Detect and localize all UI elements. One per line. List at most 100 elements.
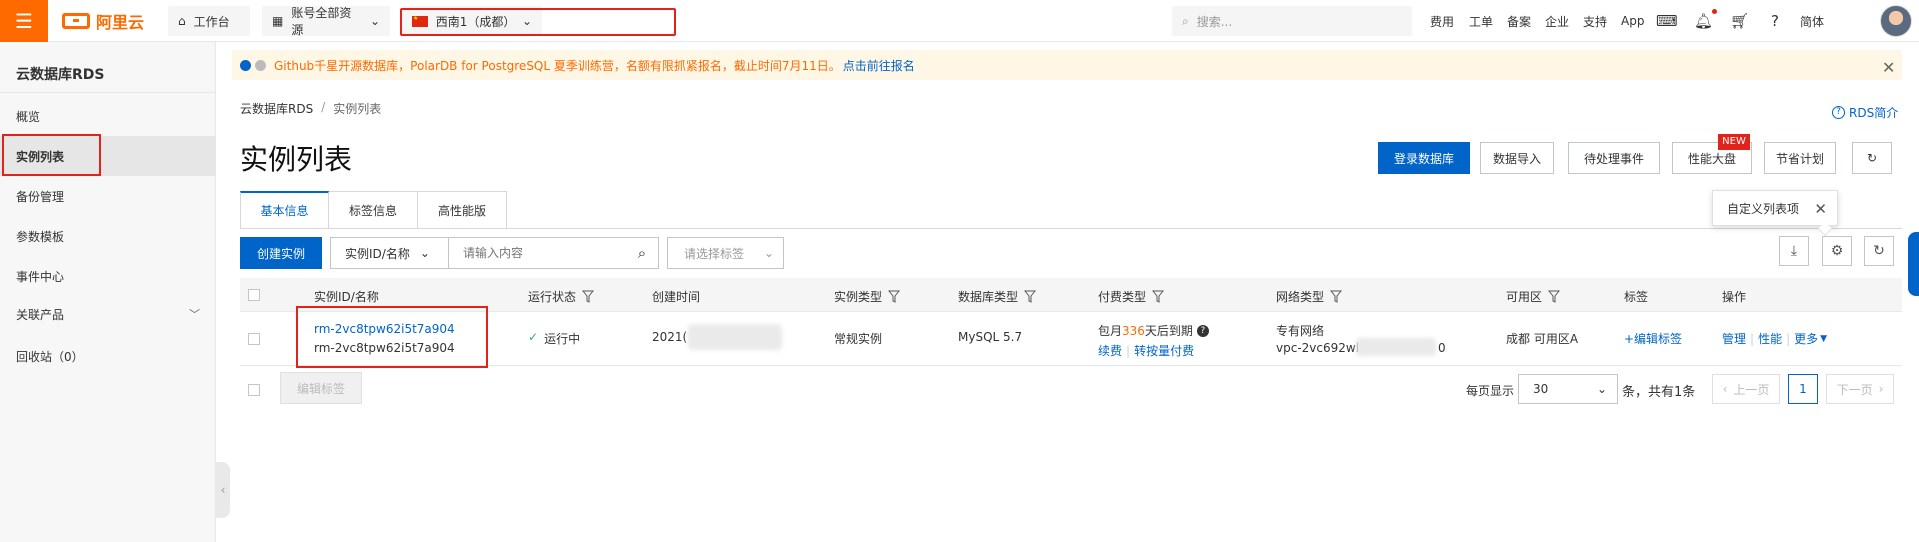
cart-icon[interactable]: 🛒︎ bbox=[1730, 12, 1749, 30]
pay-type-prefix: 包月 bbox=[1098, 324, 1123, 338]
column-db-type: 数据库类型 bbox=[958, 288, 1037, 305]
prev-page-label: 上一页 bbox=[1733, 382, 1770, 397]
column-label: 网络类型 bbox=[1276, 290, 1325, 304]
row-checkbox[interactable] bbox=[248, 333, 260, 345]
top-link-filing[interactable]: 备案 bbox=[1507, 0, 1531, 42]
tab-bar: 基本信息 标签信息 高性能版 bbox=[240, 191, 507, 229]
search-placeholder: 搜索... bbox=[1196, 14, 1233, 29]
filter-icon[interactable] bbox=[888, 290, 901, 303]
workbench-button[interactable]: ⌂ 工作台 bbox=[168, 6, 250, 36]
filter-field-select[interactable]: 实例ID/名称 ⌄ bbox=[331, 238, 449, 268]
help-icon[interactable]: ? bbox=[1766, 12, 1784, 30]
convert-payg-link[interactable]: 转按量付费 bbox=[1134, 344, 1194, 358]
more-dropdown[interactable]: 更多 bbox=[1794, 330, 1818, 347]
column-label: 实例类型 bbox=[834, 290, 883, 304]
filter-icon[interactable] bbox=[1330, 290, 1343, 303]
tag-select[interactable]: 请选择标签 ⌄ bbox=[667, 237, 784, 269]
terminal-icon[interactable]: ⌨ bbox=[1656, 12, 1678, 30]
aliyun-logo[interactable]: 阿里云 bbox=[62, 10, 144, 32]
column-label: 可用区 bbox=[1506, 290, 1543, 304]
sidebar-item-backup[interactable]: 备份管理 bbox=[0, 176, 216, 216]
sidebar-item-label: 回收站（0） bbox=[16, 349, 84, 364]
column-created: 创建时间 bbox=[652, 288, 700, 305]
next-page-button[interactable]: 下一页 › bbox=[1826, 374, 1894, 404]
sidebar-item-events[interactable]: 事件中心 bbox=[0, 256, 216, 296]
resource-scope-label: 账号全部资源 bbox=[291, 6, 352, 37]
tab-tag-info[interactable]: 标签信息 bbox=[329, 191, 418, 229]
pay-type-cell: 包月 336 天后到期 ? bbox=[1098, 322, 1209, 339]
pending-events-button[interactable]: 待处理事件 bbox=[1568, 142, 1660, 174]
filter-icon[interactable] bbox=[1548, 290, 1561, 303]
column-actions: 操作 bbox=[1722, 288, 1746, 305]
top-link-tickets[interactable]: 工单 bbox=[1469, 0, 1493, 42]
notice-link[interactable]: 点击前往报名 bbox=[843, 57, 915, 74]
page-size-select[interactable]: 30 ⌄ bbox=[1518, 374, 1618, 404]
table-refresh-button[interactable]: ↻ bbox=[1864, 236, 1894, 266]
top-link-fees[interactable]: 费用 bbox=[1430, 0, 1454, 42]
prev-page-button[interactable]: ‹ 上一页 bbox=[1712, 374, 1780, 404]
banner-dot[interactable] bbox=[255, 59, 266, 71]
home-icon: ⌂ bbox=[178, 14, 186, 28]
performance-link[interactable]: 性能 bbox=[1758, 330, 1782, 347]
bell-icon[interactable]: 🔔︎ bbox=[1694, 12, 1713, 30]
close-icon[interactable]: ✕ bbox=[1814, 200, 1827, 218]
menu-icon[interactable]: ☰ bbox=[0, 0, 48, 42]
edit-tags-link[interactable]: +编辑标签 bbox=[1624, 330, 1682, 347]
sidebar-item-param-templates[interactable]: 参数模板 bbox=[0, 216, 216, 256]
avatar[interactable] bbox=[1880, 5, 1912, 37]
network-type: 专有网络 bbox=[1276, 324, 1325, 338]
renew-link[interactable]: 续费 bbox=[1098, 344, 1122, 358]
tab-basic-info[interactable]: 基本信息 bbox=[240, 191, 329, 229]
column-instance-type: 实例类型 bbox=[834, 288, 901, 305]
status-badge: 运行中 bbox=[544, 332, 581, 346]
global-search[interactable]: ⌕ 搜索... bbox=[1172, 6, 1412, 36]
page-number-button[interactable]: 1 bbox=[1788, 374, 1818, 404]
separator: | bbox=[1786, 331, 1791, 346]
right-drawer-handle[interactable] bbox=[1908, 232, 1919, 296]
download-button[interactable]: ⤓ bbox=[1779, 236, 1809, 266]
top-link-enterprise[interactable]: 企业 bbox=[1545, 0, 1569, 42]
savings-plan-button[interactable]: 节省计划 bbox=[1764, 142, 1836, 174]
top-link-support[interactable]: 支持 bbox=[1583, 0, 1607, 42]
close-icon[interactable]: ✕ bbox=[1882, 58, 1895, 77]
check-icon: ✓ bbox=[528, 330, 539, 344]
custom-columns-tooltip: 自定义列表项 ✕ bbox=[1712, 190, 1838, 226]
settings-button[interactable]: ⚙ bbox=[1822, 236, 1852, 266]
column-instance-id: 实例ID/名称 bbox=[314, 288, 379, 305]
filter-search-input[interactable] bbox=[449, 238, 626, 268]
top-link-app[interactable]: App bbox=[1621, 0, 1644, 42]
question-icon[interactable]: ? bbox=[1196, 324, 1209, 337]
filter-icon[interactable] bbox=[1024, 290, 1037, 303]
resource-scope-dropdown[interactable]: ▦ 账号全部资源 ⌄ bbox=[262, 6, 390, 37]
sidebar-item-recycle-bin[interactable]: 回收站（0） bbox=[0, 336, 216, 376]
login-database-button[interactable]: 登录数据库 bbox=[1378, 142, 1470, 174]
refresh-button[interactable]: ↻ bbox=[1852, 142, 1892, 174]
data-import-button[interactable]: 数据导入 bbox=[1480, 142, 1554, 174]
search-icon[interactable]: ⌕ bbox=[626, 238, 658, 268]
create-instance-button[interactable]: 创建实例 bbox=[240, 237, 322, 269]
banner-dot-active[interactable] bbox=[240, 59, 251, 71]
chevron-right-icon: › bbox=[1878, 382, 1884, 396]
sidebar-collapse-handle[interactable]: ‹ bbox=[216, 462, 230, 518]
filter-icon[interactable] bbox=[582, 290, 595, 303]
manage-link[interactable]: 管理 bbox=[1722, 330, 1746, 347]
rds-intro-link[interactable]: ? RDS简介 bbox=[1832, 104, 1898, 121]
breadcrumb-root[interactable]: 云数据库RDS bbox=[240, 100, 313, 117]
instance-filter: 实例ID/名称 ⌄ ⌕ bbox=[330, 237, 659, 269]
sidebar-item-related-products[interactable]: 关联产品 ﹀ bbox=[0, 294, 216, 334]
filter-icon[interactable] bbox=[1152, 290, 1165, 303]
breadcrumb-separator: / bbox=[321, 100, 326, 114]
sidebar-item-label: 事件中心 bbox=[16, 269, 65, 284]
chevron-down-icon: ﹀ bbox=[189, 308, 200, 321]
select-all-checkbox[interactable] bbox=[248, 289, 260, 301]
sidebar-item-overview[interactable]: 概览 bbox=[0, 96, 216, 136]
column-label: 操作 bbox=[1722, 290, 1747, 304]
sidebar-highlight-box bbox=[2, 134, 101, 176]
vpc-id-prefix: vpc-2vc692wl bbox=[1276, 341, 1360, 355]
resource-icon: ▦ bbox=[272, 14, 284, 28]
batch-edit-tags-button[interactable]: 编辑标签 bbox=[280, 372, 362, 404]
tab-high-performance[interactable]: 高性能版 bbox=[418, 191, 507, 229]
language-switch[interactable]: 简体 bbox=[1800, 0, 1824, 42]
search-icon: ⌕ bbox=[1182, 13, 1189, 28]
footer-select-all-checkbox[interactable] bbox=[248, 384, 260, 396]
